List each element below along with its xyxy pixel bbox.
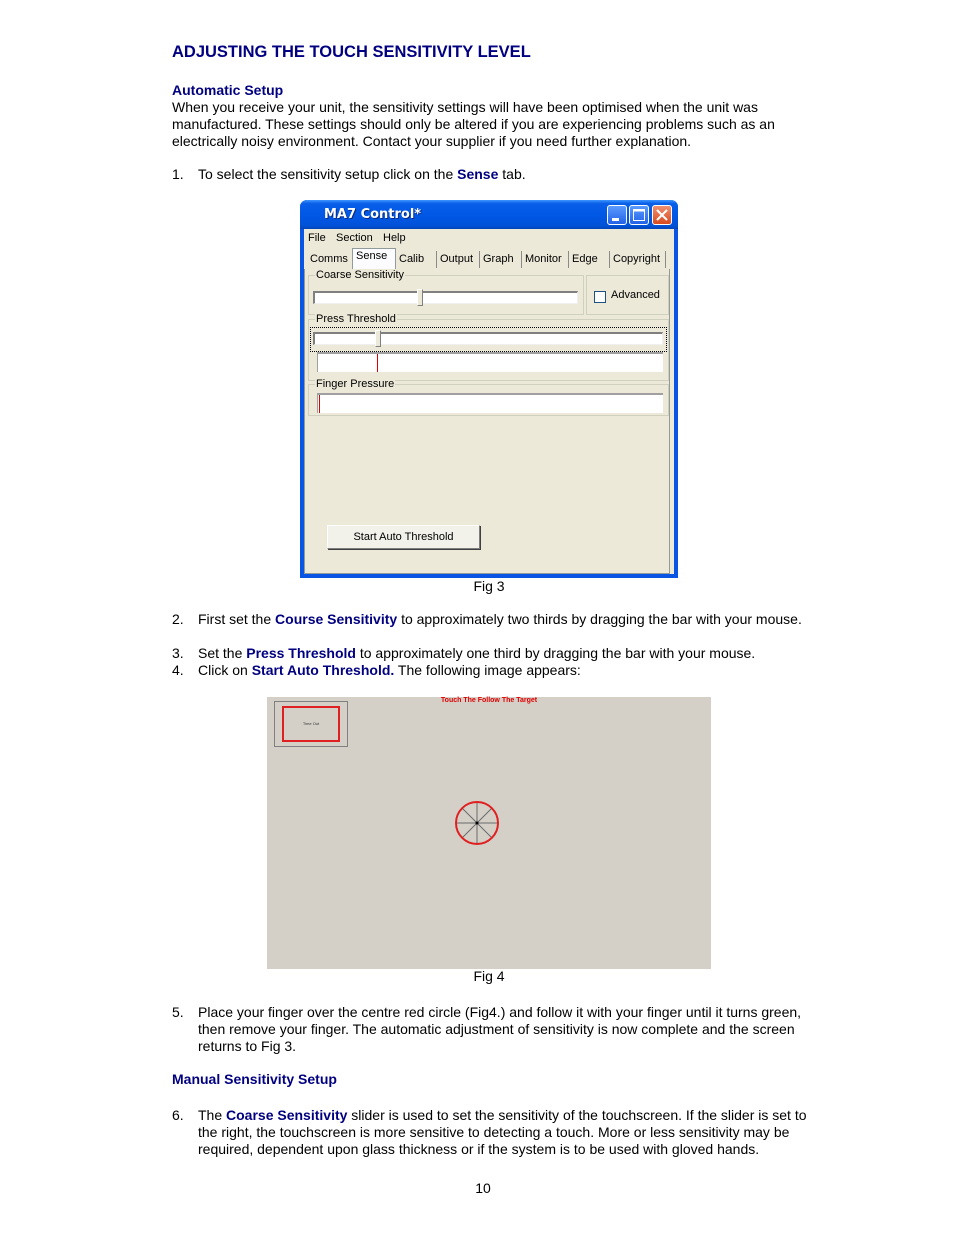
ma7-control-window: MA7 Control* File Section Help Comms Sen…: [300, 200, 678, 578]
title-bar[interactable]: MA7 Control*: [300, 200, 678, 229]
press-threshold-slider[interactable]: [313, 332, 663, 345]
step-number: 4.: [172, 662, 184, 678]
tab-output[interactable]: Output: [437, 251, 480, 268]
coarse-sensitivity-thumb[interactable]: [416, 289, 423, 306]
step-3: 3. Set the Press Threshold to approximat…: [172, 645, 812, 662]
press-threshold-marker: [377, 354, 379, 372]
step-text: to approximately two thirds by dragging …: [397, 611, 802, 627]
window-title: MA7 Control*: [324, 207, 422, 222]
page-number: 10: [475, 1180, 491, 1196]
step-5: 5. Place your finger over the centre red…: [172, 1004, 812, 1055]
step-text: Place your finger over the centre red ci…: [198, 1004, 802, 1054]
menu-bar: File Section Help: [304, 229, 674, 248]
step-text: Set the: [198, 645, 247, 661]
tab-graph[interactable]: Graph: [480, 251, 522, 268]
sense-tab-page: Coarse Sensitivity Advanced Press Thresh…: [304, 269, 670, 574]
advanced-label: Advanced: [611, 289, 660, 301]
close-icon: [656, 209, 668, 221]
maximize-button[interactable]: [629, 205, 649, 225]
step-number: 2.: [172, 611, 184, 627]
timeout-frame: Time Out: [274, 701, 348, 747]
step-number: 1.: [172, 166, 184, 182]
close-button[interactable]: [652, 205, 672, 225]
coarse-sensitivity-label: Coarse Sensitivity: [315, 269, 406, 281]
finger-pressure-marker: [319, 395, 320, 413]
press-threshold-meter: [317, 352, 663, 372]
section-title-manual-setup: Manual Sensitivity Setup: [172, 1071, 337, 1087]
step-number: 6.: [172, 1107, 184, 1123]
step-text: Click on: [198, 662, 252, 678]
press-threshold-label: Press Threshold: [315, 313, 397, 325]
step-keyword: Coarse Sensitivity: [226, 1107, 348, 1123]
finger-pressure-label: Finger Pressure: [315, 378, 396, 390]
press-threshold-thumb[interactable]: [374, 330, 381, 347]
section-title-automatic-setup: Automatic Setup: [172, 82, 284, 98]
step-text: tab.: [498, 166, 526, 182]
step-keyword: Course Sensitivity: [275, 611, 398, 627]
menu-file[interactable]: File: [308, 232, 326, 244]
tab-strip: Comms Sense Calib Output Graph Monitor E…: [304, 248, 674, 270]
timeout-button[interactable]: Time Out: [282, 706, 340, 742]
step-keyword: Press Threshold: [246, 645, 356, 661]
menu-section[interactable]: Section: [336, 232, 373, 244]
step-text: to approximately one third by dragging t…: [355, 645, 756, 661]
step-2: 2. First set the Course Sensitivity to a…: [172, 611, 812, 628]
tab-edge[interactable]: Edge: [569, 251, 610, 268]
fig3-caption: Fig 3: [473, 578, 505, 594]
maximize-icon: [633, 209, 645, 221]
minimize-button[interactable]: [607, 205, 627, 225]
finger-pressure-meter: [317, 393, 663, 413]
target-circle-icon[interactable]: [453, 799, 501, 847]
menu-help[interactable]: Help: [383, 232, 406, 244]
tab-comms[interactable]: Comms: [307, 251, 353, 268]
advanced-checkbox[interactable]: [594, 291, 606, 303]
step-text: First set the: [198, 611, 276, 627]
minimize-icon: [612, 218, 619, 221]
start-auto-threshold-button[interactable]: Start Auto Threshold: [327, 525, 480, 549]
step-number: 3.: [172, 645, 184, 661]
tab-sense[interactable]: Sense: [352, 248, 396, 269]
step-text: The: [198, 1107, 227, 1123]
step-text: The following image appears:: [394, 662, 581, 678]
step-number: 5.: [172, 1004, 184, 1020]
intro-paragraph: When you receive your unit, the sensitiv…: [172, 99, 775, 149]
tab-copyright[interactable]: Copyright: [610, 251, 666, 268]
window-client-area: File Section Help Comms Sense Calib Outp…: [304, 229, 674, 574]
step-1: 1. To select the sensitivity setup click…: [172, 166, 812, 183]
fig4-caption: Fig 4: [473, 968, 505, 984]
tab-monitor[interactable]: Monitor: [522, 251, 569, 268]
step-4: 4. Click on Start Auto Threshold. The fo…: [172, 662, 812, 679]
step-keyword: Start Auto Threshold.: [251, 662, 395, 678]
tab-calib[interactable]: Calib: [396, 251, 437, 268]
step-text: To select the sensitivity setup click on…: [198, 166, 458, 182]
auto-threshold-screen: Touch The Follow The Target Time Out: [267, 697, 711, 969]
step-keyword: Sense: [457, 166, 499, 182]
step-6: 6. The Coarse Sensitivity slider is used…: [172, 1107, 812, 1158]
coarse-sensitivity-slider[interactable]: [313, 291, 578, 304]
page-heading: ADJUSTING THE TOUCH SENSITIVITY LEVEL: [172, 43, 531, 61]
